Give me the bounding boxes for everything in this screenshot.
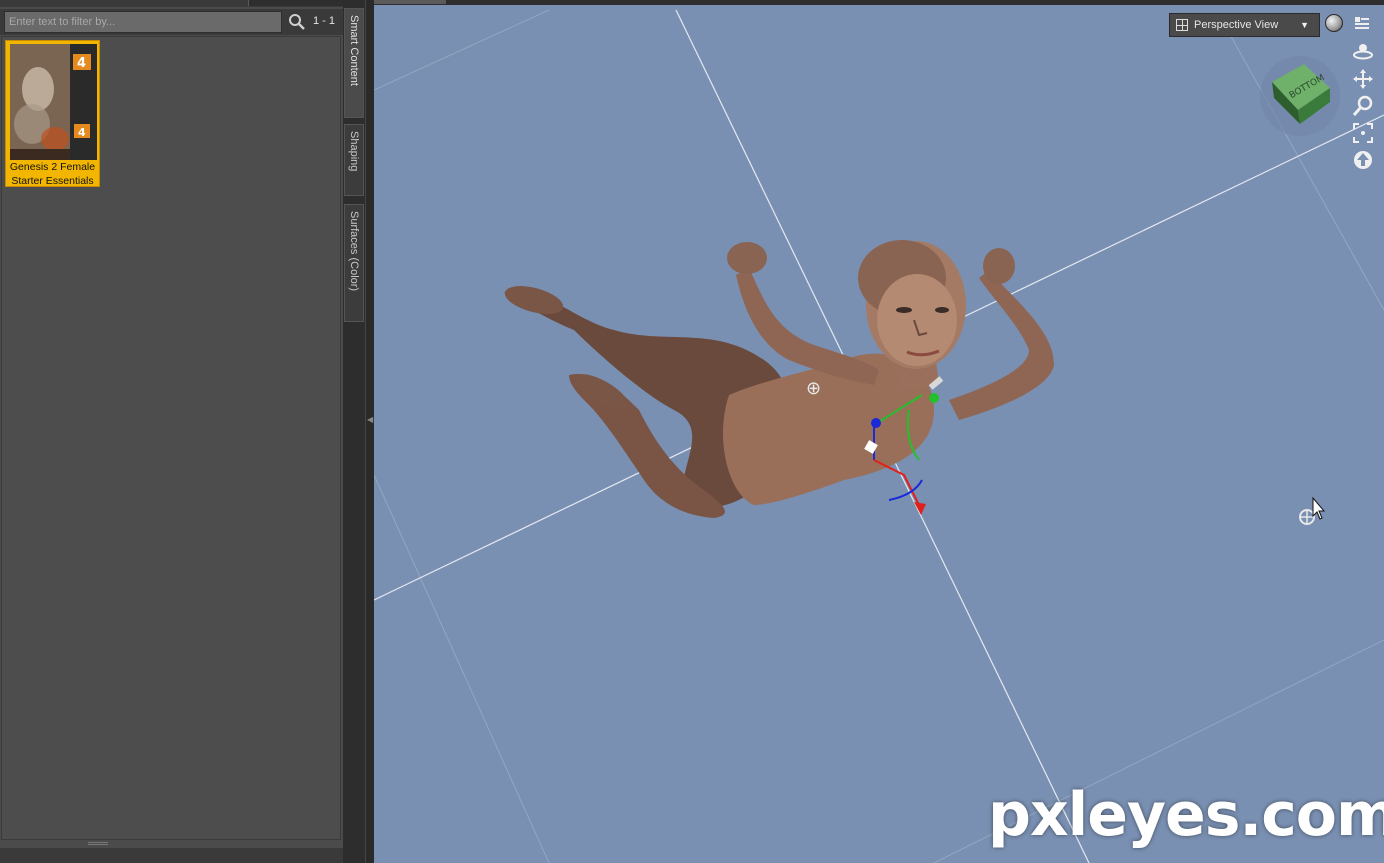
draw-style-icon[interactable] [1325,14,1343,32]
navigation-cube[interactable]: BOTTOM [1258,54,1342,138]
tab-surfaces-label: Surfaces (Color) [348,211,360,292]
collapse-arrow-icon[interactable]: ◀ [367,415,373,433]
tab-shaping[interactable]: Shaping [344,124,364,196]
svg-text:⊕: ⊕ [806,378,821,399]
tab-shaping-label: Shaping [348,131,360,172]
view-mode-label: Perspective View [1194,19,1279,31]
pane-bottom-strip [0,848,343,863]
viewport-layout-icon [1176,19,1188,31]
result-count: 1 - 1 [313,15,336,27]
viewport-3d[interactable]: ⊕ Perspective View ▼ BOTTOM pxleyes.com [374,0,1384,863]
tab-smart-content-label: Smart Content [348,15,360,86]
product-name: Genesis 2 Female Starter Essentials [9,161,96,187]
watermark: pxleyes.com [988,780,1384,850]
tab-surfaces[interactable]: Surfaces (Color) [344,204,364,322]
orbit-icon[interactable] [1352,40,1374,62]
filter-bar: Enter text to filter by... 1 - 1 [0,9,343,35]
cursor-icon [1299,496,1326,525]
home-icon[interactable] [1352,149,1374,171]
zoom-icon[interactable] [1352,95,1374,117]
figure-model [504,240,1054,518]
viewport-menu-icon[interactable] [1354,15,1370,31]
pan-icon[interactable] [1352,68,1374,90]
svg-text:4: 4 [78,126,86,139]
pane-splitter[interactable]: ◀ [365,0,374,863]
resize-grip[interactable] [88,842,108,845]
svg-text:4: 4 [77,56,86,71]
scene-canvas[interactable]: ⊕ [374,0,1384,863]
side-tab-strip: Smart Content Shaping Surfaces (Color) [343,0,365,863]
filter-input[interactable]: Enter text to filter by... [4,11,282,33]
content-library-pane: Enter text to filter by... 1 - 1 4 4 Gen… [0,0,343,863]
chevron-down-icon: ▼ [1300,20,1309,30]
product-grid: 4 4 Genesis 2 Female Starter Essentials [1,36,341,840]
product-tile[interactable]: 4 4 Genesis 2 Female Starter Essentials [5,40,100,187]
frame-icon[interactable] [1352,122,1374,144]
search-icon[interactable] [288,13,306,31]
product-thumbnail: 4 4 [10,44,97,160]
pane-tab-edge[interactable] [248,0,343,6]
view-mode-dropdown[interactable]: Perspective View ▼ [1169,13,1320,37]
tab-smart-content[interactable]: Smart Content [344,8,364,118]
